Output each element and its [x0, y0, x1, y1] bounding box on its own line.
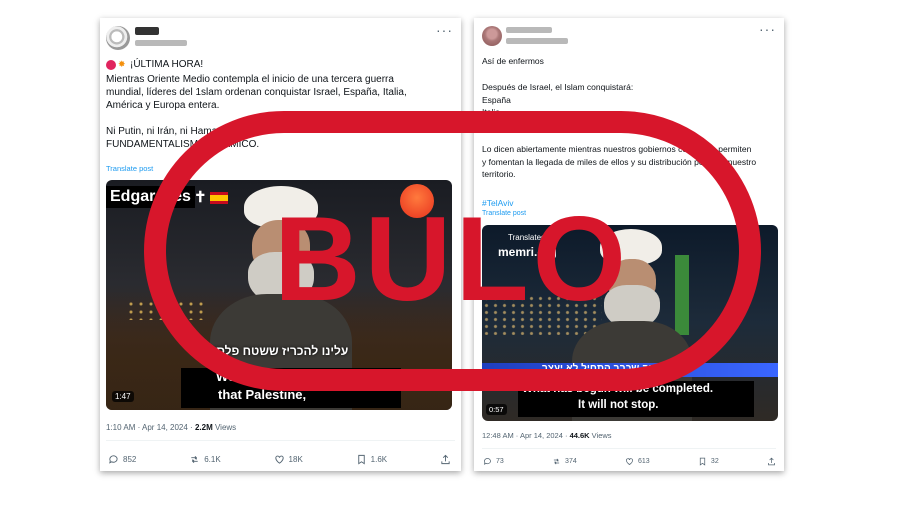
hebrew-subtitle: מה שכבר התחיל לא יעצר [542, 363, 657, 374]
video-duration: 0:57 [486, 404, 507, 415]
like-count: 18K [288, 455, 303, 464]
subtitle-line-1: What has begun will be completed. [522, 383, 714, 395]
translate-post-link[interactable]: Translate post [106, 164, 153, 173]
repost-icon [191, 455, 198, 464]
subtitle-line-2: It will not stop. [578, 399, 659, 411]
subtitle-line-2: that Palestine, [218, 387, 307, 402]
bookmark-button[interactable]: 32 [698, 457, 719, 466]
reply-count: 73 [496, 458, 504, 465]
share-icon [768, 457, 775, 466]
blurred-handle [135, 40, 187, 46]
views-count: 44.6K [569, 431, 590, 440]
repost-icon [553, 458, 560, 465]
reply-icon [483, 458, 491, 465]
blurred-handle [506, 38, 568, 44]
video-player[interactable]: Translated by memri.org מה שכבר התחיל לא… [482, 225, 778, 421]
heart-icon [274, 455, 284, 464]
angry-face-icon [400, 184, 434, 218]
post-timestamp: 12:48 AM · Apr 14, 2024 · 44.6K Views [482, 431, 612, 440]
alert-icons: ✸ [106, 59, 126, 70]
video-player[interactable]: Edgar__es ✝ עלינו להכריז ששטח פלסטין We … [106, 180, 452, 410]
bookmark-icon [699, 457, 706, 466]
blurred-username [506, 27, 552, 33]
post-intro: Así de enfermos [482, 56, 544, 66]
city-lights [482, 295, 602, 335]
watermark-top: Translated by [508, 233, 557, 242]
memri-watermark: memri.org [498, 245, 557, 259]
avatar[interactable] [106, 26, 130, 50]
divider [106, 440, 455, 441]
avatar[interactable] [482, 26, 502, 46]
bookmark-count: 32 [710, 458, 719, 465]
action-bar: 852 6.1K 18K 1.6K [108, 454, 451, 465]
hashtag-link[interactable]: #TelAviv [482, 198, 514, 208]
red-circle-icon [106, 59, 116, 70]
post-card-right: ··· Así de enfermos Después de Israel, e… [474, 18, 784, 471]
bookmark-count: 1.6K [370, 455, 388, 464]
post-card-left: ··· ✸ ¡ÚLTIMA HORA! Mientras Oriente Med… [100, 18, 461, 471]
reply-count: 852 [123, 455, 137, 464]
more-options-icon[interactable]: ··· [436, 22, 453, 38]
mosque-tower [675, 255, 689, 335]
more-options-icon[interactable]: ··· [759, 21, 776, 37]
heart-icon [626, 458, 633, 465]
spain-flag-icon [210, 192, 228, 204]
repost-button[interactable]: 6.1K [189, 454, 221, 465]
repost-button[interactable]: 374 [552, 457, 577, 466]
post-timestamp: 1:10 AM · Apr 14, 2024 · 2.2M Views [106, 423, 236, 432]
repost-count: 6.1K [204, 455, 221, 464]
reply-button[interactable]: 852 [108, 454, 136, 465]
bookmark-icon [357, 454, 365, 465]
collision-icon: ✸ [118, 59, 126, 69]
reply-button[interactable]: 73 [483, 457, 504, 466]
views-count: 2.2M [194, 423, 213, 432]
post-text-2: Lo dicen abiertamente mientras nuestros … [482, 144, 757, 179]
like-count: 613 [637, 458, 650, 465]
views-label: Views [212, 423, 237, 432]
like-button[interactable]: 18K [274, 454, 303, 465]
views-label: Views [589, 431, 612, 440]
translate-post-link[interactable]: Translate post [482, 210, 526, 217]
time-text: 1:10 AM · Apr 14, 2024 · [106, 423, 195, 432]
cross-icon: ✝ [194, 189, 207, 206]
reply-icon [109, 455, 118, 464]
like-button[interactable]: 613 [625, 457, 650, 466]
divider [482, 448, 776, 449]
blurred-username [135, 27, 159, 35]
post-headline: ¡ÚLTIMA HORA! [130, 59, 204, 70]
share-button[interactable] [767, 457, 776, 466]
time-text: 12:48 AM · Apr 14, 2024 · [482, 431, 570, 440]
repost-count: 374 [565, 458, 577, 465]
post-text: Después de Israel, el Islam conquistará:… [482, 82, 634, 130]
share-button[interactable] [440, 454, 451, 465]
action-bar: 73 374 613 32 [483, 457, 776, 466]
subtitle-line-1: We must declare [216, 369, 320, 384]
light-dots [126, 300, 206, 320]
share-icon [441, 454, 450, 465]
overlay-name: Edgar__es [106, 186, 195, 208]
post-text: Mientras Oriente Medio contempla el inic… [106, 74, 407, 150]
video-duration: 1:47 [112, 391, 134, 402]
hebrew-subtitle: עלינו להכריז ששטח פלסטין [201, 344, 349, 358]
bookmark-button[interactable]: 1.6K [356, 454, 387, 465]
